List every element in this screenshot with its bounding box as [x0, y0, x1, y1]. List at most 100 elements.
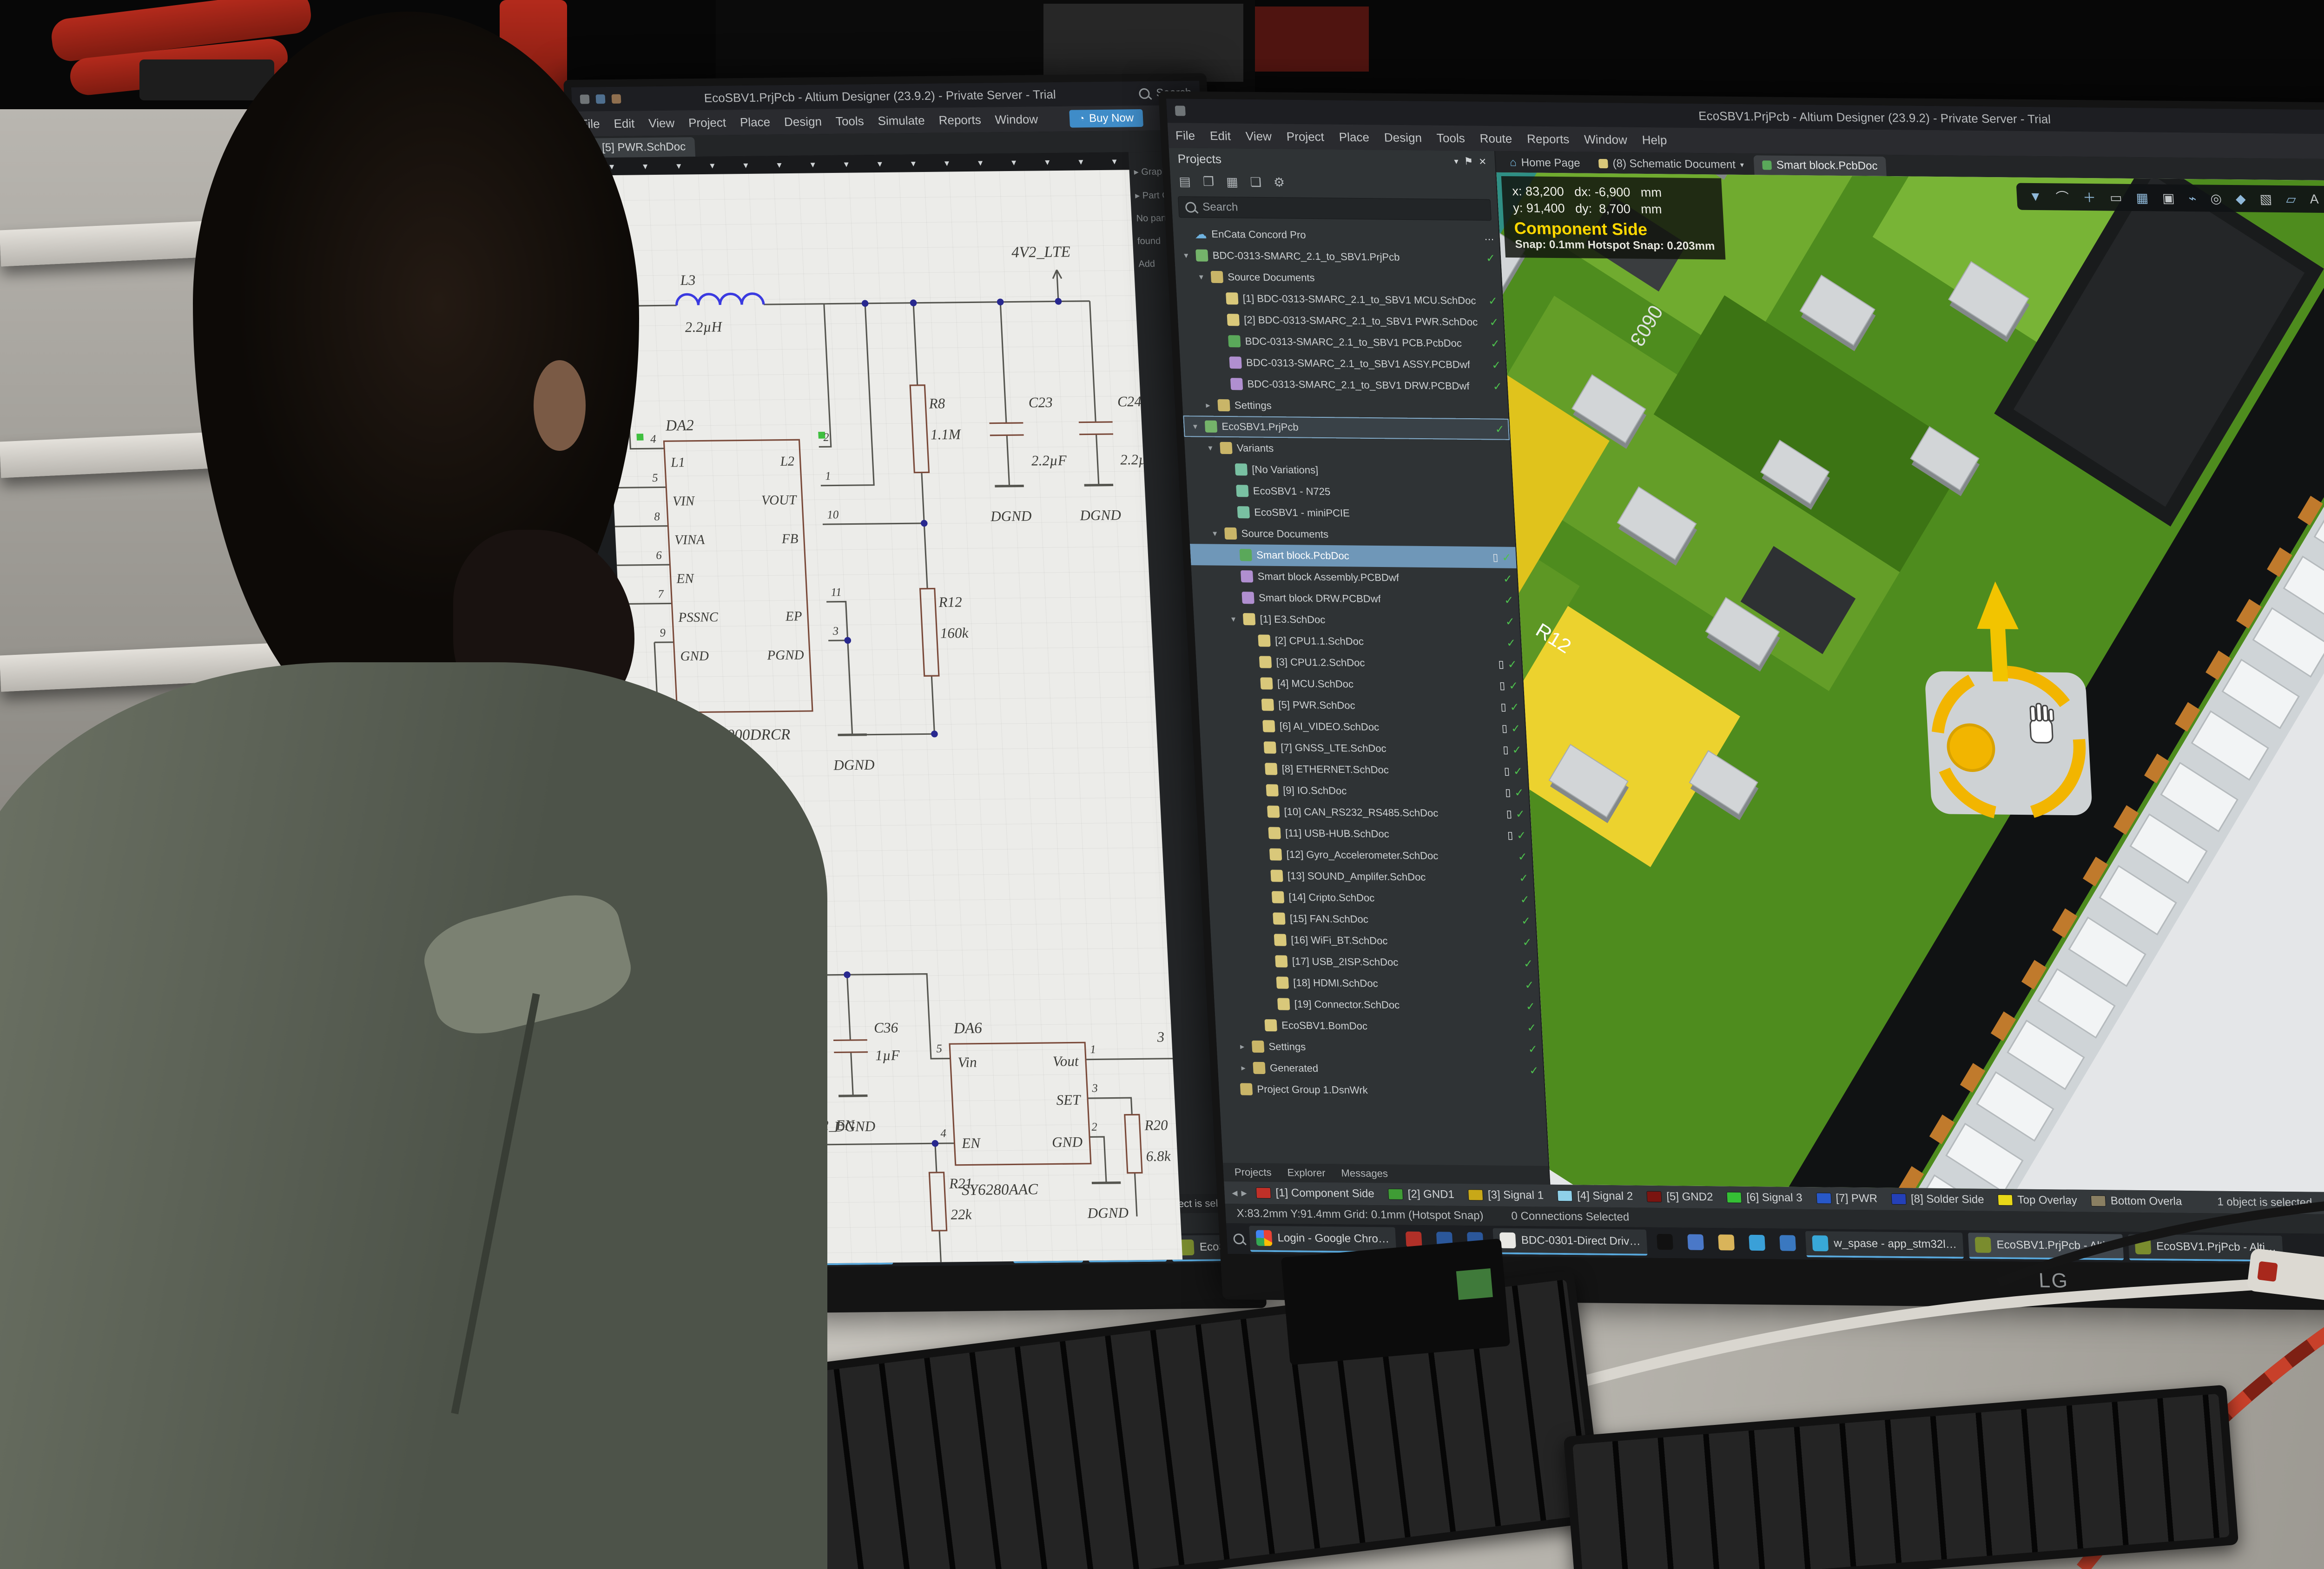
- tab-home-page[interactable]: ⌂Home Page: [1501, 153, 1589, 173]
- tree-item[interactable]: BDC-0313-SMARC_2.1_to_SBV1 PCB.PcbDoc✓: [1178, 330, 1505, 355]
- expand-icon[interactable]: ▸: [1238, 1063, 1248, 1073]
- tree-item[interactable]: Smart block Assembly.PCBDwf✓: [1191, 565, 1518, 590]
- buy-now-button[interactable]: ◔Buy Now: [1069, 109, 1143, 128]
- tree-item[interactable]: [No Variations]: [1185, 458, 1512, 483]
- tree-item[interactable]: [16] WiFi_BT.SchDoc✓: [1210, 929, 1537, 953]
- menu-place[interactable]: Place: [739, 115, 771, 130]
- tree-item[interactable]: ▾EcoSBV1.PrjPcb✓: [1183, 415, 1510, 440]
- menu-design[interactable]: Design: [1384, 130, 1422, 145]
- tree-item[interactable]: [19] Connector.SchDoc✓: [1214, 993, 1540, 1017]
- expand-icon[interactable]: ▾: [1190, 422, 1201, 431]
- tree-item[interactable]: BDC-0313-SMARC_2.1_to_SBV1 ASSY.PCBDwf✓: [1180, 351, 1506, 376]
- layer-tab[interactable]: [5] GND2: [1641, 1188, 1719, 1206]
- menu-edit[interactable]: Edit: [1209, 129, 1231, 143]
- tree-item[interactable]: [3] CPU1.2.SchDoc▯✓: [1195, 651, 1522, 675]
- tree-item[interactable]: Smart block.PcbDoc▯✓: [1190, 544, 1517, 568]
- via-icon[interactable]: ◎: [2210, 191, 2222, 206]
- tree-item[interactable]: [4] MCU.SchDoc▯✓: [1197, 672, 1524, 697]
- taskbar-icon[interactable]: [1775, 1231, 1801, 1257]
- tab-schematic-group[interactable]: (8) Schematic Document▾: [1590, 154, 1753, 175]
- tree-item[interactable]: [1] BDC-0313-SMARC_2.1_to_SBV1 MCU.SchDo…: [1176, 287, 1503, 312]
- menu-design[interactable]: Design: [784, 114, 822, 129]
- menu-window[interactable]: Window: [1584, 132, 1627, 147]
- text-icon[interactable]: A: [2310, 192, 2319, 207]
- tree-item[interactable]: [14] Cripto.SchDoc✓: [1208, 886, 1535, 910]
- pin-icon[interactable]: ⚑: [1464, 155, 1473, 167]
- tree-item[interactable]: ▾Source Documents: [1175, 266, 1502, 290]
- tree-item[interactable]: [6] AI_VIDEO.SchDoc▯✓: [1199, 715, 1526, 739]
- tree-item[interactable]: [15] FAN.SchDoc✓: [1209, 907, 1536, 932]
- taskbar-icon[interactable]: [1713, 1230, 1740, 1257]
- tab-smart-block-pcbdoc[interactable]: Smart block.PcbDoc: [1754, 155, 1887, 176]
- menu-view[interactable]: View: [648, 116, 675, 131]
- layer-tab[interactable]: [6] Signal 3: [1721, 1189, 1808, 1206]
- expand-icon[interactable]: ▾: [1181, 251, 1191, 260]
- expand-icon[interactable]: ▾: [1228, 614, 1239, 624]
- tree-item[interactable]: [17] USB_2ISP.SchDoc✓: [1212, 950, 1538, 975]
- compile-icon[interactable]: ▦: [1226, 175, 1238, 189]
- menu-view[interactable]: View: [1245, 129, 1272, 144]
- gear-icon[interactable]: ⚙: [1273, 175, 1285, 190]
- menu-reports[interactable]: Reports: [1526, 132, 1570, 146]
- layer-tab[interactable]: [4] Signal 2: [1552, 1187, 1639, 1205]
- magnet-icon[interactable]: ⌒: [2055, 187, 2069, 206]
- expand-icon[interactable]: ▸: [1202, 400, 1213, 410]
- layer-tab[interactable]: Top Overlay: [1992, 1192, 2083, 1209]
- tree-item[interactable]: [8] ETHERNET.SchDoc▯✓: [1201, 758, 1528, 782]
- tree-item[interactable]: BDC-0313-SMARC_2.1_to_SBV1 DRW.PCBDwf✓: [1181, 373, 1507, 397]
- tree-item[interactable]: EcoSBV1.BomDoc✓: [1215, 1014, 1542, 1039]
- tree-item[interactable]: ▸Generated✓: [1217, 1057, 1544, 1081]
- taskbar-app[interactable]: BDC-0301-Direct Driv…: [1493, 1228, 1648, 1256]
- taskbar-icon[interactable]: [1744, 1231, 1770, 1257]
- menu-route[interactable]: Route: [1479, 131, 1512, 146]
- tree-item[interactable]: Project Group 1.DsnWrk: [1218, 1078, 1545, 1103]
- menu-project[interactable]: Project: [688, 115, 726, 130]
- menu-tools[interactable]: Tools: [835, 114, 864, 129]
- tree-item[interactable]: EcoSBV1 - N725: [1187, 480, 1513, 504]
- taskbar-icon[interactable]: [1683, 1230, 1709, 1256]
- pcb-3d-scene[interactable]: C30 R12 R21 C50 L24 0603: [1496, 172, 2324, 1193]
- menu-window[interactable]: Window: [995, 112, 1038, 127]
- route-icon[interactable]: ⌁: [2188, 191, 2197, 206]
- tree-item[interactable]: ☁EnCata Concord Pro…: [1173, 223, 1499, 248]
- component-icon[interactable]: ▦: [2136, 190, 2149, 205]
- menu-file[interactable]: File: [1175, 128, 1195, 143]
- tree-item[interactable]: [11] USB-HUB.SchDoc▯✓: [1205, 822, 1532, 846]
- taskbar-app[interactable]: EcoSBV1.PrjPcb - Alti…: [1968, 1233, 2124, 1260]
- open-icon[interactable]: ❐: [1202, 174, 1215, 189]
- menu-help[interactable]: Help: [1642, 132, 1667, 147]
- tree-item[interactable]: ▸Settings: [1182, 394, 1509, 419]
- layer-tab[interactable]: [8] Solder Side: [1885, 1191, 1990, 1208]
- filter-icon[interactable]: ▼: [2028, 189, 2042, 204]
- layer-tab[interactable]: Bottom Overla: [2085, 1193, 2188, 1210]
- tree-item[interactable]: [7] GNSS_LTE.SchDoc▯✓: [1200, 736, 1527, 761]
- tree-item[interactable]: [18] HDMI.SchDoc✓: [1213, 971, 1539, 996]
- layer-tab[interactable]: [7] PWR: [1810, 1190, 1883, 1207]
- menu-simulate[interactable]: Simulate: [878, 113, 925, 128]
- search-icon[interactable]: [1233, 1233, 1244, 1244]
- tree-item[interactable]: [2] CPU1.1.SchDoc✓: [1195, 629, 1521, 654]
- panel-menu-icon[interactable]: ▾: [1454, 157, 1459, 166]
- crosshair-icon[interactable]: ＋: [2082, 188, 2096, 206]
- dock-tab-projects[interactable]: Projects: [1234, 1166, 1272, 1179]
- menu-place[interactable]: Place: [1339, 130, 1370, 145]
- rect-icon[interactable]: ▱: [2285, 191, 2296, 207]
- expand-icon[interactable]: ▾: [1205, 443, 1215, 453]
- tree-item[interactable]: ▾Variants: [1184, 437, 1511, 461]
- select-icon[interactable]: ▭: [2109, 190, 2122, 205]
- tree-item[interactable]: ▾Source Documents: [1188, 522, 1515, 547]
- tree-item[interactable]: [5] PWR.SchDoc▯✓: [1198, 693, 1525, 718]
- tree-item[interactable]: ▸Settings✓: [1216, 1035, 1543, 1060]
- menu-edit[interactable]: Edit: [614, 116, 635, 131]
- expand-icon[interactable]: ▾: [1209, 528, 1220, 538]
- tree-item[interactable]: EcoSBV1 - miniPCIE: [1188, 501, 1514, 526]
- tree-item[interactable]: [2] BDC-0313-SMARC_2.1_to_SBV1 PWR.SchDo…: [1177, 309, 1504, 333]
- board-icon[interactable]: ▧: [2259, 191, 2272, 206]
- tree-item[interactable]: [12] Gyro_Accelerometer.SchDoc✓: [1206, 843, 1532, 868]
- tree-item[interactable]: Smart block DRW.PCBDwf✓: [1192, 587, 1519, 611]
- menu-project[interactable]: Project: [1286, 129, 1325, 144]
- save-icon[interactable]: ▤: [1179, 174, 1191, 189]
- close-icon[interactable]: ✕: [1479, 156, 1487, 167]
- refresh-icon[interactable]: ❏: [1250, 175, 1262, 189]
- chip-icon[interactable]: ▣: [2162, 190, 2175, 205]
